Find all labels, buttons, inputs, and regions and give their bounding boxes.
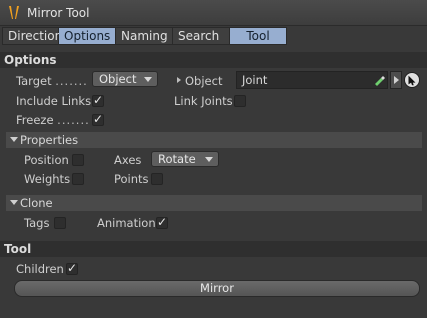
link-joints-label: Link Joints bbox=[174, 94, 233, 108]
freeze-checkbox[interactable] bbox=[92, 112, 104, 126]
mirror-button[interactable]: Mirror bbox=[14, 280, 420, 297]
children-label: Children bbox=[16, 262, 64, 276]
axes-label: Axes bbox=[114, 153, 142, 167]
position-label: Position bbox=[24, 153, 69, 167]
collapse-triangle-icon bbox=[10, 137, 18, 142]
points-label: Points bbox=[114, 172, 149, 186]
tab-search[interactable]: Search bbox=[173, 27, 230, 45]
axes-dropdown[interactable]: Rotate bbox=[151, 151, 219, 167]
collapse-triangle-icon bbox=[10, 200, 18, 205]
pick-object-icon[interactable] bbox=[373, 74, 385, 86]
link-joints-checkbox[interactable] bbox=[234, 95, 246, 107]
object-field[interactable]: Joint bbox=[236, 71, 388, 89]
chevron-down-icon bbox=[144, 77, 152, 82]
target-dropdown[interactable]: Object bbox=[92, 71, 158, 87]
properties-header[interactable]: Properties bbox=[6, 132, 422, 148]
play-arrow-icon[interactable] bbox=[390, 71, 402, 89]
weights-checkbox[interactable] bbox=[72, 173, 84, 185]
mirror-tool-logo-icon bbox=[9, 6, 19, 19]
tags-label: Tags bbox=[24, 216, 50, 230]
cursor-icon[interactable] bbox=[404, 72, 420, 88]
animation-checkbox[interactable] bbox=[156, 215, 168, 229]
freeze-label: Freeze ....... bbox=[16, 113, 90, 127]
tab-bar: Direction Options Naming Search Tool bbox=[2, 27, 287, 45]
children-checkbox[interactable] bbox=[66, 261, 78, 275]
tab-options[interactable]: Options bbox=[59, 27, 116, 45]
chevron-down-icon bbox=[205, 157, 213, 162]
animation-label: Animation bbox=[97, 216, 156, 230]
include-links-checkbox[interactable] bbox=[92, 93, 104, 107]
position-checkbox[interactable] bbox=[72, 154, 84, 166]
weights-label: Weights bbox=[24, 172, 71, 186]
target-label: Target ....... bbox=[16, 74, 88, 88]
title-bar: Mirror Tool bbox=[0, 0, 427, 26]
include-links-label: Include Links bbox=[16, 94, 92, 108]
tab-tool[interactable]: Tool bbox=[230, 27, 287, 45]
window-title: Mirror Tool bbox=[27, 6, 90, 20]
tags-checkbox[interactable] bbox=[54, 217, 66, 229]
points-checkbox[interactable] bbox=[151, 173, 163, 185]
expand-arrow-icon[interactable] bbox=[177, 77, 181, 83]
options-header: Options bbox=[0, 52, 427, 68]
object-label: Object bbox=[185, 74, 223, 88]
tab-direction[interactable]: Direction bbox=[2, 27, 62, 45]
tab-naming[interactable]: Naming bbox=[116, 27, 173, 45]
tool-header: Tool bbox=[0, 241, 427, 257]
clone-header[interactable]: Clone bbox=[6, 195, 422, 211]
